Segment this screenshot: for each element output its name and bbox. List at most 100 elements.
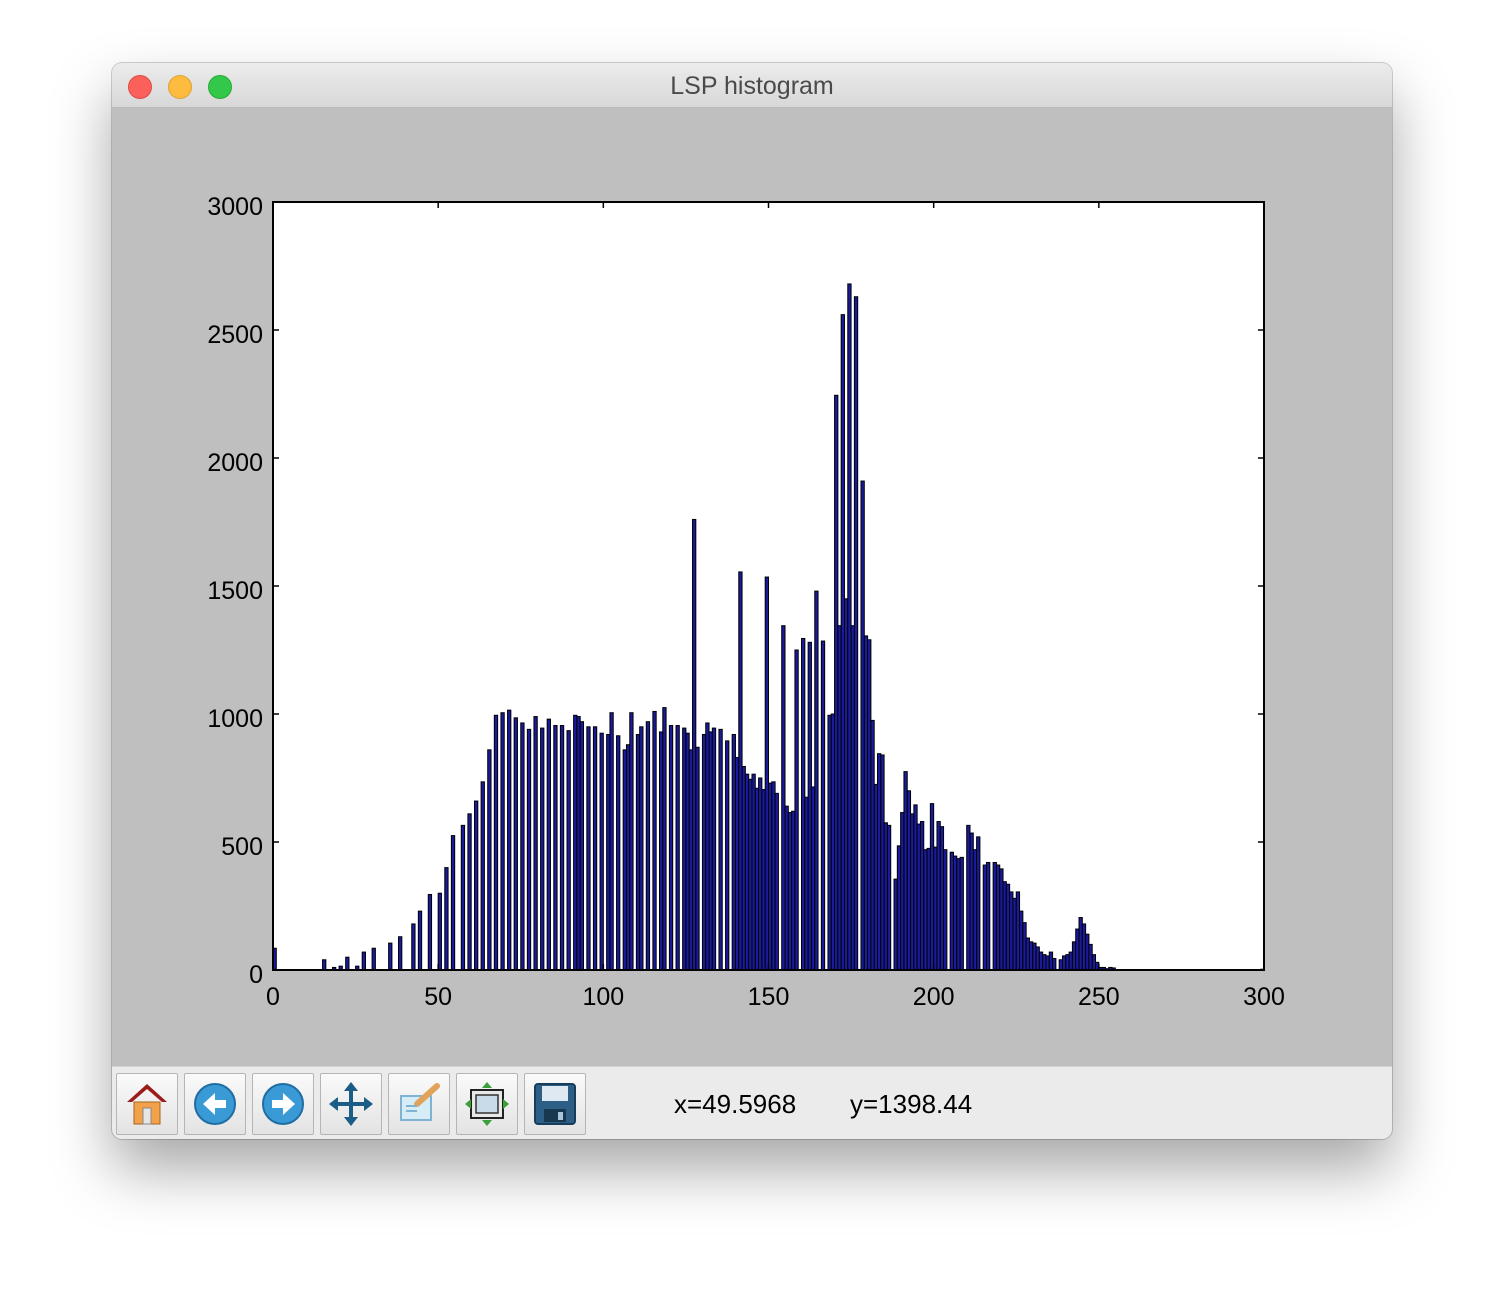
y-tick-label: 2000 bbox=[207, 449, 263, 477]
histogram-bar bbox=[701, 733, 707, 971]
histogram-bar bbox=[959, 856, 964, 971]
histogram-bar bbox=[853, 296, 859, 971]
y-tick-label: 3000 bbox=[207, 193, 263, 221]
histogram-bar bbox=[668, 725, 674, 971]
histogram-bar bbox=[1068, 951, 1073, 971]
histogram-bar bbox=[801, 637, 806, 971]
x-tick-label: 300 bbox=[1243, 983, 1285, 1011]
histogram-bar bbox=[616, 735, 621, 971]
y-tick-label: 2500 bbox=[207, 321, 263, 349]
histogram-bar bbox=[533, 716, 538, 971]
y-tick-label: 1000 bbox=[207, 705, 263, 733]
histogram-bar bbox=[976, 836, 981, 971]
histogram-bar bbox=[480, 781, 485, 971]
histogram-bar bbox=[1038, 951, 1044, 971]
histogram-bar bbox=[1052, 957, 1057, 971]
histogram-bar bbox=[599, 732, 604, 971]
histogram-bar bbox=[850, 625, 855, 971]
histogram-bar bbox=[586, 726, 591, 971]
histogram-bar bbox=[592, 726, 598, 971]
histogram-bar bbox=[622, 749, 627, 971]
histogram-bar bbox=[919, 821, 925, 971]
histogram-bar bbox=[474, 800, 479, 971]
histogram-bar bbox=[731, 733, 736, 971]
histogram-bar bbox=[969, 832, 974, 971]
histogram-bar bbox=[450, 835, 456, 971]
histogram-bar bbox=[1088, 943, 1093, 971]
x-tick-label: 0 bbox=[266, 983, 280, 1011]
histogram-bar bbox=[652, 710, 657, 971]
histogram-bar bbox=[718, 728, 723, 971]
histogram-bar bbox=[427, 893, 433, 971]
histogram-bar bbox=[559, 725, 565, 971]
histogram-bar bbox=[546, 718, 551, 971]
configure-subplots-button[interactable] bbox=[456, 1073, 518, 1135]
y-tick-label: 1500 bbox=[207, 577, 263, 605]
y-coordinate-readout: y=1398.44 bbox=[850, 1089, 973, 1119]
histogram-bar bbox=[741, 765, 746, 971]
figure-canvas[interactable]: 0 50 100 150 200 250 300 0 500 1000 1500 2000 2500 3… bbox=[112, 108, 1392, 1066]
histogram-bar bbox=[322, 959, 327, 971]
histogram-bar bbox=[1019, 910, 1024, 971]
histogram-bar bbox=[629, 712, 634, 971]
histogram-bar bbox=[513, 717, 518, 971]
histogram-bar bbox=[870, 719, 875, 971]
histogram-bar bbox=[460, 824, 466, 971]
forward-button[interactable] bbox=[252, 1073, 314, 1135]
histogram-bar bbox=[830, 713, 836, 971]
histogram-bar bbox=[493, 714, 499, 971]
histogram-bar bbox=[417, 910, 423, 971]
histogram-bar bbox=[371, 947, 376, 971]
forward-arrow-icon bbox=[262, 1083, 304, 1125]
back-button[interactable] bbox=[184, 1073, 246, 1135]
histogram-bar bbox=[880, 754, 885, 971]
histogram-bar bbox=[999, 868, 1004, 971]
histogram-bar bbox=[520, 722, 525, 971]
zoom-button[interactable] bbox=[388, 1073, 450, 1135]
histogram-bar bbox=[900, 812, 905, 971]
histogram-bar bbox=[751, 773, 756, 971]
histogram-bar bbox=[609, 712, 614, 971]
histogram-bar bbox=[711, 727, 717, 971]
x-coordinate-readout: x=49.5968 bbox=[674, 1089, 797, 1119]
x-tick-label: 200 bbox=[913, 983, 955, 1011]
histogram-bar bbox=[886, 824, 892, 971]
histogram-bar bbox=[398, 936, 403, 971]
histogram-bar bbox=[910, 813, 915, 971]
histogram-bar bbox=[553, 725, 558, 971]
histogram-bar bbox=[675, 725, 680, 971]
histogram-bar bbox=[487, 749, 492, 971]
histogram-bar bbox=[986, 861, 991, 971]
histogram-bar bbox=[526, 728, 532, 971]
title-bar[interactable]: LSP histogram bbox=[112, 63, 1392, 108]
histogram-bar bbox=[1078, 917, 1083, 971]
histogram-bar bbox=[840, 314, 845, 971]
x-tick-label: 150 bbox=[748, 983, 790, 1011]
histogram-bar bbox=[467, 813, 472, 971]
home-button[interactable] bbox=[116, 1073, 178, 1135]
navigation-toolbar: x=49.5968 y=1398.44 bbox=[112, 1066, 1392, 1139]
histogram-bar bbox=[929, 803, 935, 971]
histogram-bar bbox=[860, 480, 865, 971]
floppy-disk-icon bbox=[534, 1083, 576, 1125]
histogram-bar bbox=[1009, 891, 1014, 971]
histogram-bar bbox=[794, 649, 799, 971]
histogram-bar bbox=[345, 956, 350, 971]
histogram-bar bbox=[774, 792, 779, 971]
pan-button[interactable] bbox=[320, 1073, 382, 1135]
save-button[interactable] bbox=[524, 1073, 586, 1135]
window-title: LSP histogram bbox=[670, 72, 834, 100]
histogram-bar bbox=[573, 714, 578, 971]
histogram-chart[interactable]: 0 50 100 150 200 250 300 0 500 1000 1500 2000 2500 3… bbox=[112, 108, 1392, 1066]
x-tick-label: 100 bbox=[582, 983, 624, 1011]
histogram-bar bbox=[939, 826, 945, 971]
histogram-bar bbox=[645, 721, 651, 971]
histogram-bar bbox=[540, 727, 545, 971]
histogram-bar bbox=[437, 892, 442, 971]
histogram-bar bbox=[639, 726, 644, 971]
y-tick-label: 500 bbox=[221, 833, 263, 861]
histogram-bar bbox=[566, 730, 571, 971]
histogram-bar bbox=[771, 781, 776, 971]
histogram-bar bbox=[725, 740, 730, 971]
x-tick-label: 50 bbox=[424, 983, 452, 1011]
